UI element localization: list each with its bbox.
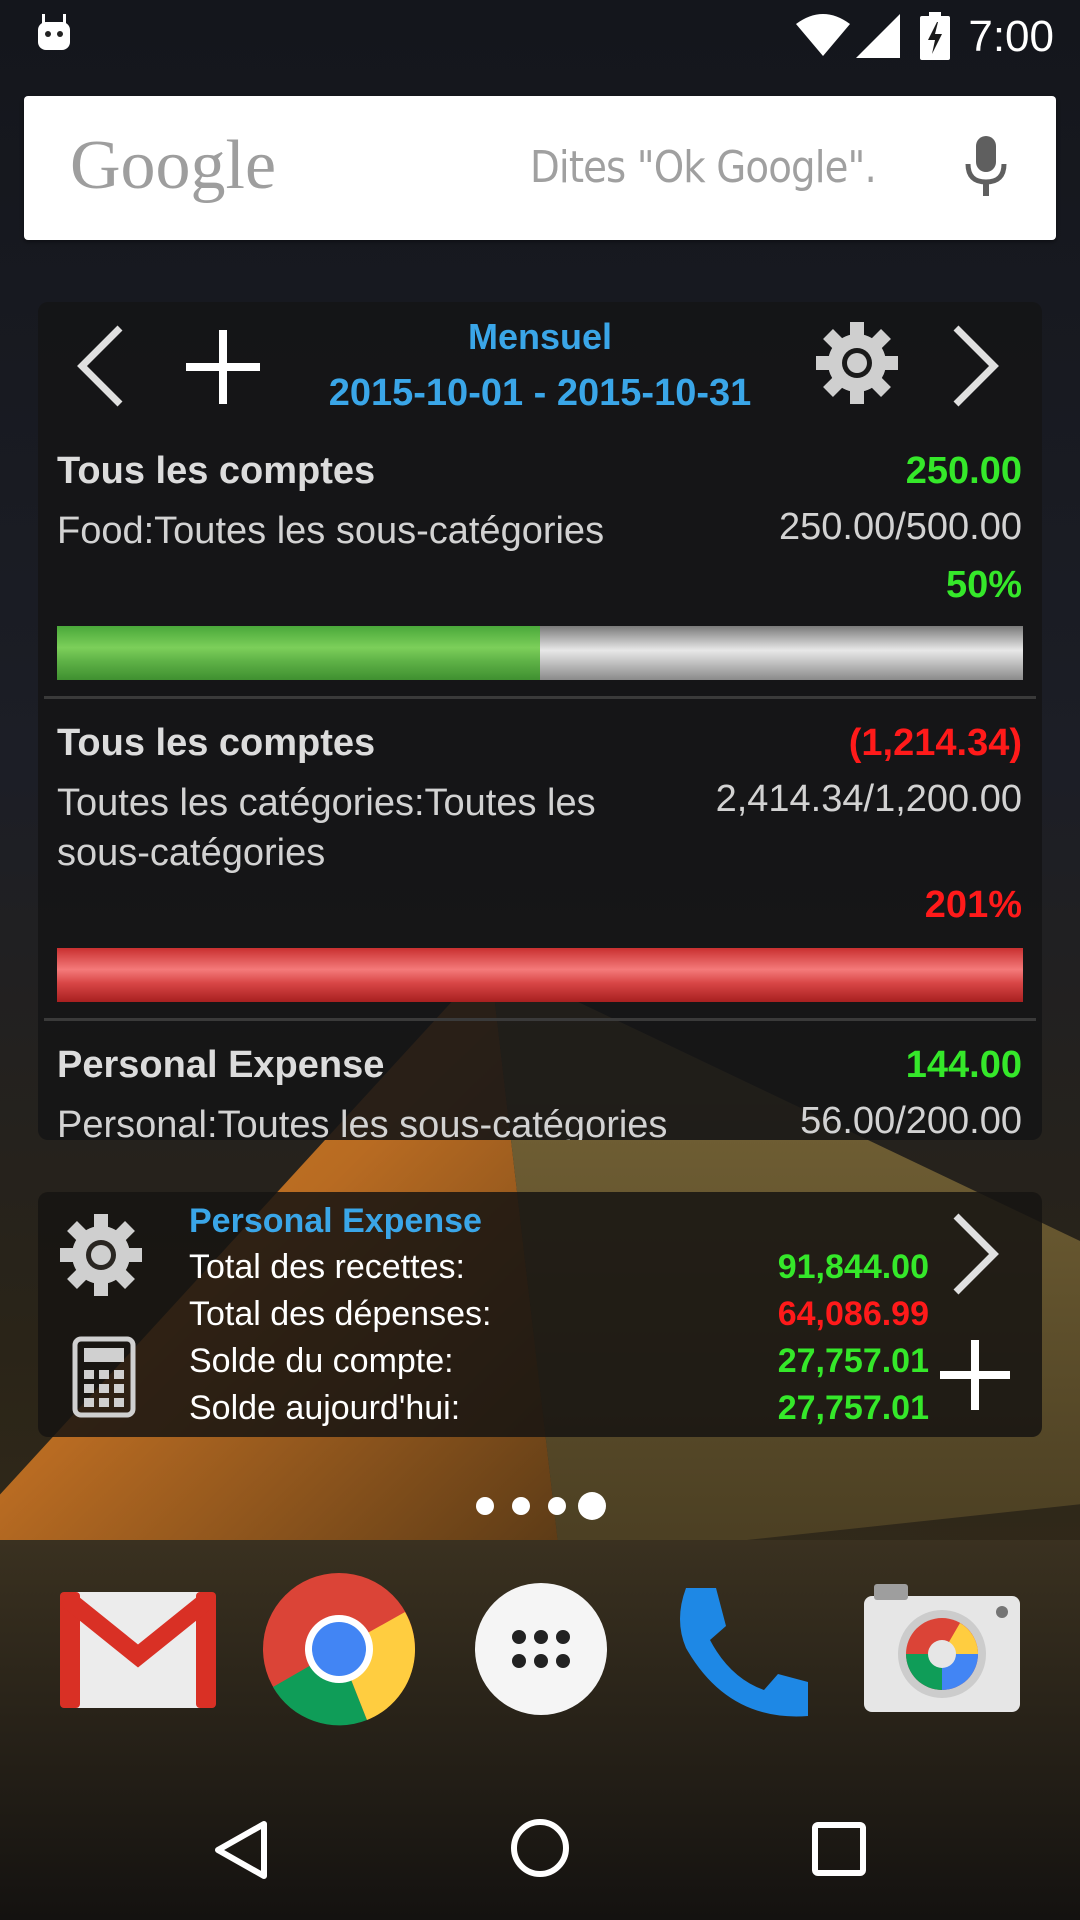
budget-item[interactable]: Tous les comptes (1,214.34) Toutes les c…	[38, 722, 1042, 926]
budget-item[interactable]: Tous les comptes 250.00 Food:Toutes les …	[38, 450, 1042, 606]
app-dock	[0, 1570, 1080, 1740]
budget-percent: 201%	[924, 884, 1022, 926]
summary-label: Total des recettes:	[189, 1248, 465, 1286]
chrome-icon[interactable]	[262, 1572, 416, 1726]
summary-row: Total des dépenses: 64,086.99	[189, 1295, 929, 1341]
budget-item[interactable]: Personal Expense 144.00 Personal:Toutes …	[38, 1044, 1042, 1140]
navigation-bar	[0, 1790, 1080, 1920]
page-dot-active	[578, 1492, 606, 1520]
budget-progress-bar	[57, 626, 1023, 680]
summary-row: Total des recettes: 91,844.00	[189, 1248, 929, 1294]
gear-icon[interactable]	[60, 1214, 142, 1296]
budget-category: Personal:Toutes les sous-catégories	[57, 1104, 668, 1140]
gmail-icon[interactable]	[60, 1592, 216, 1708]
budget-widget-header: Mensuel 2015-10-01 - 2015-10-31	[38, 302, 1042, 432]
gear-icon[interactable]	[816, 322, 898, 404]
account-summary-widget: Personal Expense Total des recettes: 91,…	[38, 1192, 1042, 1437]
budget-account: Tous les comptes	[57, 450, 376, 492]
status-bar: 7:00	[0, 0, 1080, 72]
status-time: 7:00	[968, 12, 1054, 61]
budget-widget: Mensuel 2015-10-01 - 2015-10-31 Tous les…	[38, 302, 1042, 1140]
summary-label: Total des dépenses:	[189, 1295, 492, 1333]
android-notification-icon	[38, 14, 70, 50]
budget-category: Food:Toutes les sous-catégories	[57, 510, 605, 552]
recents-icon[interactable]	[812, 1822, 866, 1876]
divider	[44, 1018, 1036, 1021]
account-title[interactable]: Personal Expense	[189, 1202, 482, 1241]
calculator-icon[interactable]	[72, 1336, 136, 1418]
budget-progress-fill	[57, 626, 540, 680]
summary-value: 27,757.01	[777, 1342, 929, 1380]
budget-amount: 144.00	[905, 1044, 1022, 1086]
battery-charging-icon	[920, 12, 950, 60]
chevron-right-icon[interactable]	[950, 1212, 1000, 1296]
summary-label: Solde du compte:	[189, 1342, 454, 1380]
budget-ratio: 2,414.34/1,200.00	[715, 778, 1022, 820]
budget-progress-bar	[57, 948, 1023, 1002]
app-drawer-icon[interactable]	[474, 1582, 608, 1716]
budget-account: Tous les comptes	[57, 722, 376, 764]
budget-progress-fill	[57, 948, 1023, 1002]
page-dot	[512, 1497, 530, 1515]
budget-ratio: 250.00/500.00	[778, 506, 1022, 548]
budget-amount: 250.00	[905, 450, 1022, 492]
summary-row: Solde du compte: 27,757.01	[189, 1342, 929, 1388]
summary-row: Solde aujourd'hui: 27,757.01	[189, 1389, 929, 1435]
google-search-bar[interactable]: Google Dites "Ok Google".	[24, 96, 1056, 240]
budget-account: Personal Expense	[57, 1044, 385, 1086]
back-icon[interactable]	[214, 1820, 268, 1880]
budget-percent: 50%	[945, 564, 1022, 606]
page-dot	[548, 1497, 566, 1515]
budget-category: Toutes les catégories:Toutes les sous-ca…	[57, 782, 596, 874]
chevron-right-icon[interactable]	[950, 324, 1000, 408]
mic-icon[interactable]	[964, 134, 1008, 198]
summary-label: Solde aujourd'hui:	[189, 1389, 461, 1427]
page-dot	[476, 1497, 494, 1515]
divider	[44, 696, 1036, 699]
summary-value: 91,844.00	[777, 1248, 929, 1286]
phone-icon[interactable]	[668, 1582, 810, 1724]
budget-amount: (1,214.34)	[848, 722, 1022, 764]
summary-value: 64,086.99	[777, 1295, 929, 1333]
camera-icon[interactable]	[864, 1582, 1020, 1712]
google-logo: Google	[70, 127, 277, 204]
add-icon[interactable]	[940, 1340, 1010, 1410]
search-hint[interactable]: Dites "Ok Google".	[530, 142, 877, 193]
home-icon[interactable]	[510, 1818, 570, 1878]
budget-ratio: 56.00/200.00	[800, 1100, 1022, 1140]
summary-value: 27,757.01	[777, 1389, 929, 1427]
signal-icon	[856, 14, 900, 58]
wifi-icon	[796, 14, 850, 56]
